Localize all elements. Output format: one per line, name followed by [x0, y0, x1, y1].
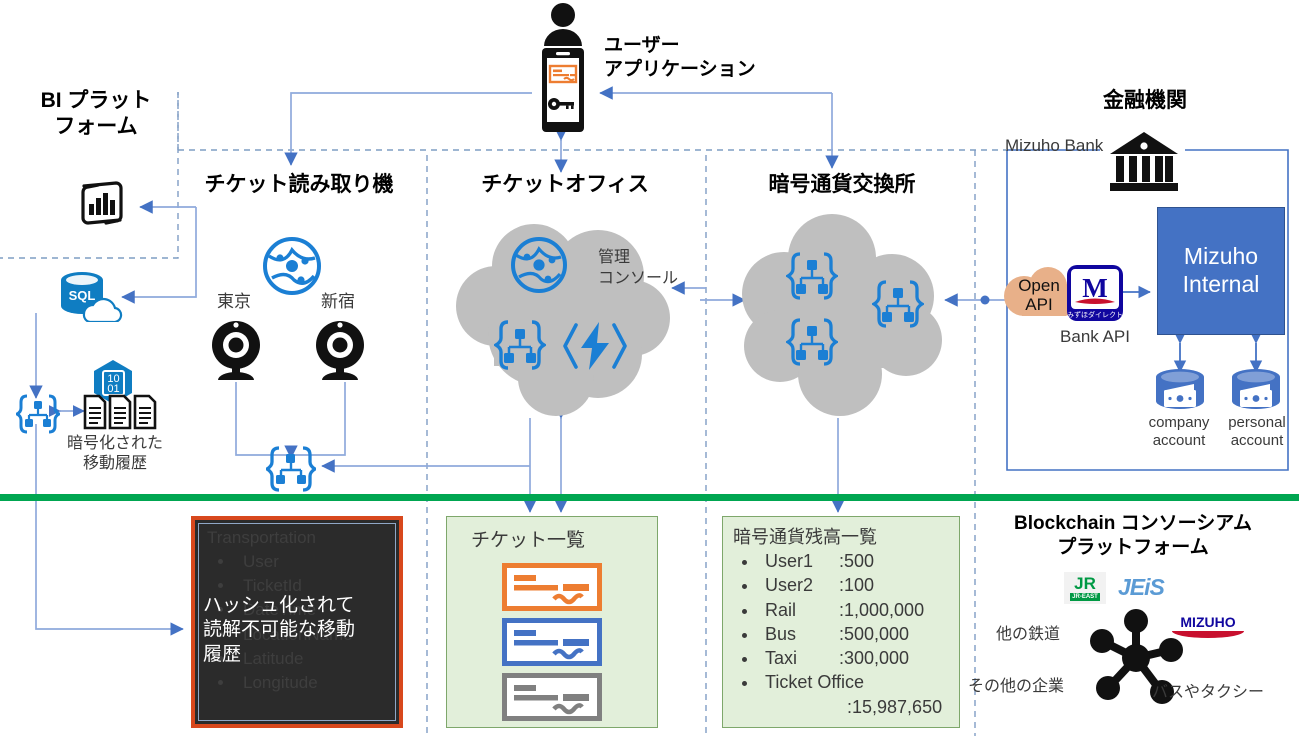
azure-functions-icon [563, 322, 627, 370]
balance-name: Ticket Office [765, 672, 865, 693]
section-title-ticket-reader: チケット読み取り機 [204, 173, 394, 196]
documents-icon [83, 394, 157, 430]
svg-text:SQL: SQL [69, 288, 96, 303]
list-item: Ticket Office :15,987,650 [759, 670, 955, 719]
camera-reader-icon-shinjuku [316, 321, 364, 380]
balance-value: :300,000 [839, 648, 910, 669]
mizuho-bank-label: Mizuho Bank [1005, 136, 1104, 155]
crypto-balance-box: 暗号通貨残高一覧 User1 :500 User2 :100 Rail :1,000,… [722, 516, 960, 728]
bank-building-icon [1110, 132, 1178, 191]
bank-api-label: Bank API [1060, 327, 1130, 346]
network-mesh-icon-office [511, 237, 567, 293]
balance-name: Bus [765, 623, 797, 644]
section-title-financial-institution: 金融機関 [1103, 89, 1187, 112]
blockchain-service-icon-reader [266, 446, 316, 492]
user-application-figure [542, 3, 584, 132]
balance-value: :1,000,000 [839, 599, 925, 620]
ticket-icon-blue [502, 618, 602, 666]
section-title-blockchain-consortium: Blockchain コンソーシアム プラットフォーム [1014, 513, 1252, 558]
section-title-ticket-office: チケットオフィス [481, 173, 649, 196]
account-database-icon-personal [1232, 369, 1280, 409]
account-database-icon-company [1156, 369, 1204, 409]
balance-name: User2 [765, 575, 814, 596]
jr-east-logo: JR JR-EAST [1064, 572, 1106, 604]
azure-sql-database-icon: SQL [61, 272, 123, 322]
balance-list: User1 :500 User2 :100 Rail :1,000,000 Bus :5… [733, 549, 955, 719]
svg-text:みずほダイレクト: みずほダイレクト [1067, 310, 1123, 319]
ticket-list-box: チケット一覧 [446, 516, 658, 728]
balance-value: :500,000 [839, 623, 910, 644]
balance-name: User1 [765, 551, 814, 571]
management-console-label: 管理 コンソール [598, 249, 679, 287]
balance-value: :100 [839, 575, 875, 596]
transportation-record-box: Transportation User TicketId DateTime Lo… [191, 516, 403, 728]
list-item: Longitude [235, 671, 395, 695]
blockchain-divider-line [0, 494, 1299, 501]
mizuho-internal-label: Mizuho Internal [1182, 243, 1260, 297]
section-title-crypto-exchange: 暗号通貨交換所 [768, 173, 916, 196]
diagram-canvas: BI プラット フォーム チケット読み取り機 チケットオフィス 暗号通貨交換所 … [0, 0, 1299, 736]
balance-value: :15,987,650 [847, 696, 943, 717]
list-item: User2 :100 [759, 573, 955, 597]
consortium-label-bus-taxi: バスやタクシー [1152, 684, 1265, 701]
ticket-icon-orange [502, 563, 602, 611]
balance-name: Taxi [765, 648, 798, 669]
company-account-label: company account [1148, 414, 1210, 449]
balance-name: Rail [765, 599, 797, 620]
balance-value: :500 [839, 551, 875, 571]
hashed-history-overlay-label: ハッシュ化されて 読解不可能な移動 履歴 [203, 595, 356, 665]
station-label-shinjuku: 新宿 [321, 292, 355, 311]
mizuho-internal-box: Mizuho Internal [1157, 207, 1285, 335]
ticket-list-title: チケット一覧 [471, 530, 586, 551]
jr-east-logo-text: JR [1074, 574, 1096, 593]
open-api-label: Open API [1018, 276, 1060, 315]
station-label-tokyo: 東京 [217, 292, 251, 311]
network-mesh-icon [263, 237, 321, 295]
blockchain-service-icon-exchange-3 [872, 280, 924, 328]
personal-account-label: personal account [1228, 414, 1286, 449]
camera-reader-icon-tokyo [212, 321, 260, 380]
blockchain-service-icon-exchange-2 [786, 318, 838, 366]
powerbi-icon [81, 181, 123, 225]
list-item: Bus :500,000 [759, 622, 955, 646]
list-item: User1 :500 [759, 549, 955, 573]
section-title-bi-platform: BI プラット フォーム [40, 89, 152, 139]
ticket-icon-gray [502, 673, 602, 721]
blockchain-service-icon-exchange-1 [786, 252, 838, 300]
list-item: User [235, 550, 395, 574]
jr-east-logo-sub: JR-EAST [1070, 593, 1100, 601]
blockchain-service-icon-office [494, 320, 546, 370]
list-item: Taxi :300,000 [759, 646, 955, 670]
section-title-user-application: ユーザー アプリケーション [604, 35, 756, 80]
mizuho-direct-m-icon: M みずほダイレクト [1067, 265, 1123, 321]
consortium-label-other-rail: 他の鉄道 [996, 626, 1061, 643]
jeis-logo: JEiS [1118, 574, 1165, 600]
list-item: Rail :1,000,000 [759, 598, 955, 622]
blockchain-service-icon [16, 394, 60, 434]
consortium-label-other-corp: その他の企業 [968, 678, 1065, 695]
transportation-header: Transportation [207, 528, 316, 547]
balance-list-title: 暗号通貨残高一覧 [733, 527, 877, 547]
encrypted-history-label: 暗号化された 移動履歴 [66, 435, 163, 472]
